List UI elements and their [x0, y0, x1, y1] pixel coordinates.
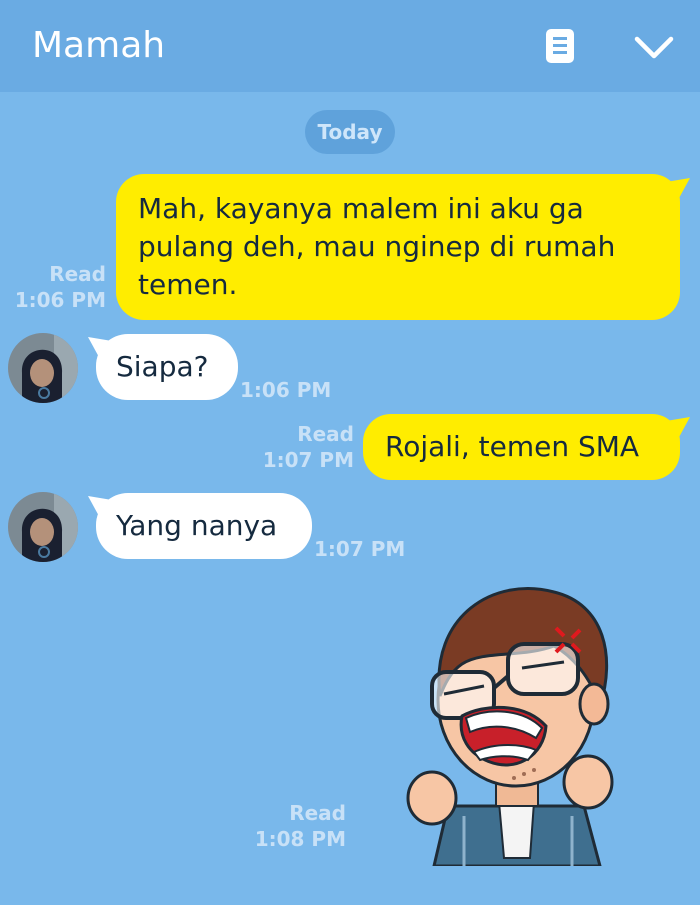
date-divider: Today [305, 110, 395, 154]
read-receipt: Read [289, 801, 346, 825]
message-meta: Read 1:06 PM [10, 261, 106, 313]
message-time: 1:07 PM [314, 537, 406, 561]
chat-header: Mamah [0, 0, 700, 92]
chat-title: Mamah [32, 25, 166, 66]
read-receipt: Read [49, 262, 106, 286]
avatar[interactable] [8, 492, 78, 562]
read-receipt: Read [297, 422, 354, 446]
outgoing-message[interactable]: Mah, kayanya malem ini aku ga pulang deh… [116, 174, 680, 320]
message-time: 1:08 PM [254, 827, 346, 851]
message-text: Siapa? [116, 350, 209, 383]
angry-boy-sticker[interactable] [404, 576, 622, 866]
bubble-tail [666, 417, 690, 439]
avatar[interactable] [8, 333, 78, 403]
chevron-down-icon[interactable] [632, 30, 676, 66]
outgoing-message[interactable]: Rojali, temen SMA [363, 414, 680, 480]
message-time: 1:06 PM [240, 378, 332, 402]
message-meta: Read 1:07 PM [250, 421, 354, 473]
memo-icon[interactable] [544, 28, 576, 64]
message-time: 1:07 PM [262, 448, 354, 472]
message-meta: Read 1:08 PM [250, 800, 346, 852]
message-time: 1:06 PM [14, 288, 106, 312]
message-text: Yang nanya [116, 509, 278, 542]
message-text: Mah, kayanya malem ini aku ga pulang deh… [138, 192, 616, 301]
incoming-message[interactable]: Siapa? [96, 334, 238, 400]
incoming-message[interactable]: Yang nanya [96, 493, 312, 559]
bubble-tail [666, 178, 690, 200]
message-text: Rojali, temen SMA [385, 430, 640, 463]
